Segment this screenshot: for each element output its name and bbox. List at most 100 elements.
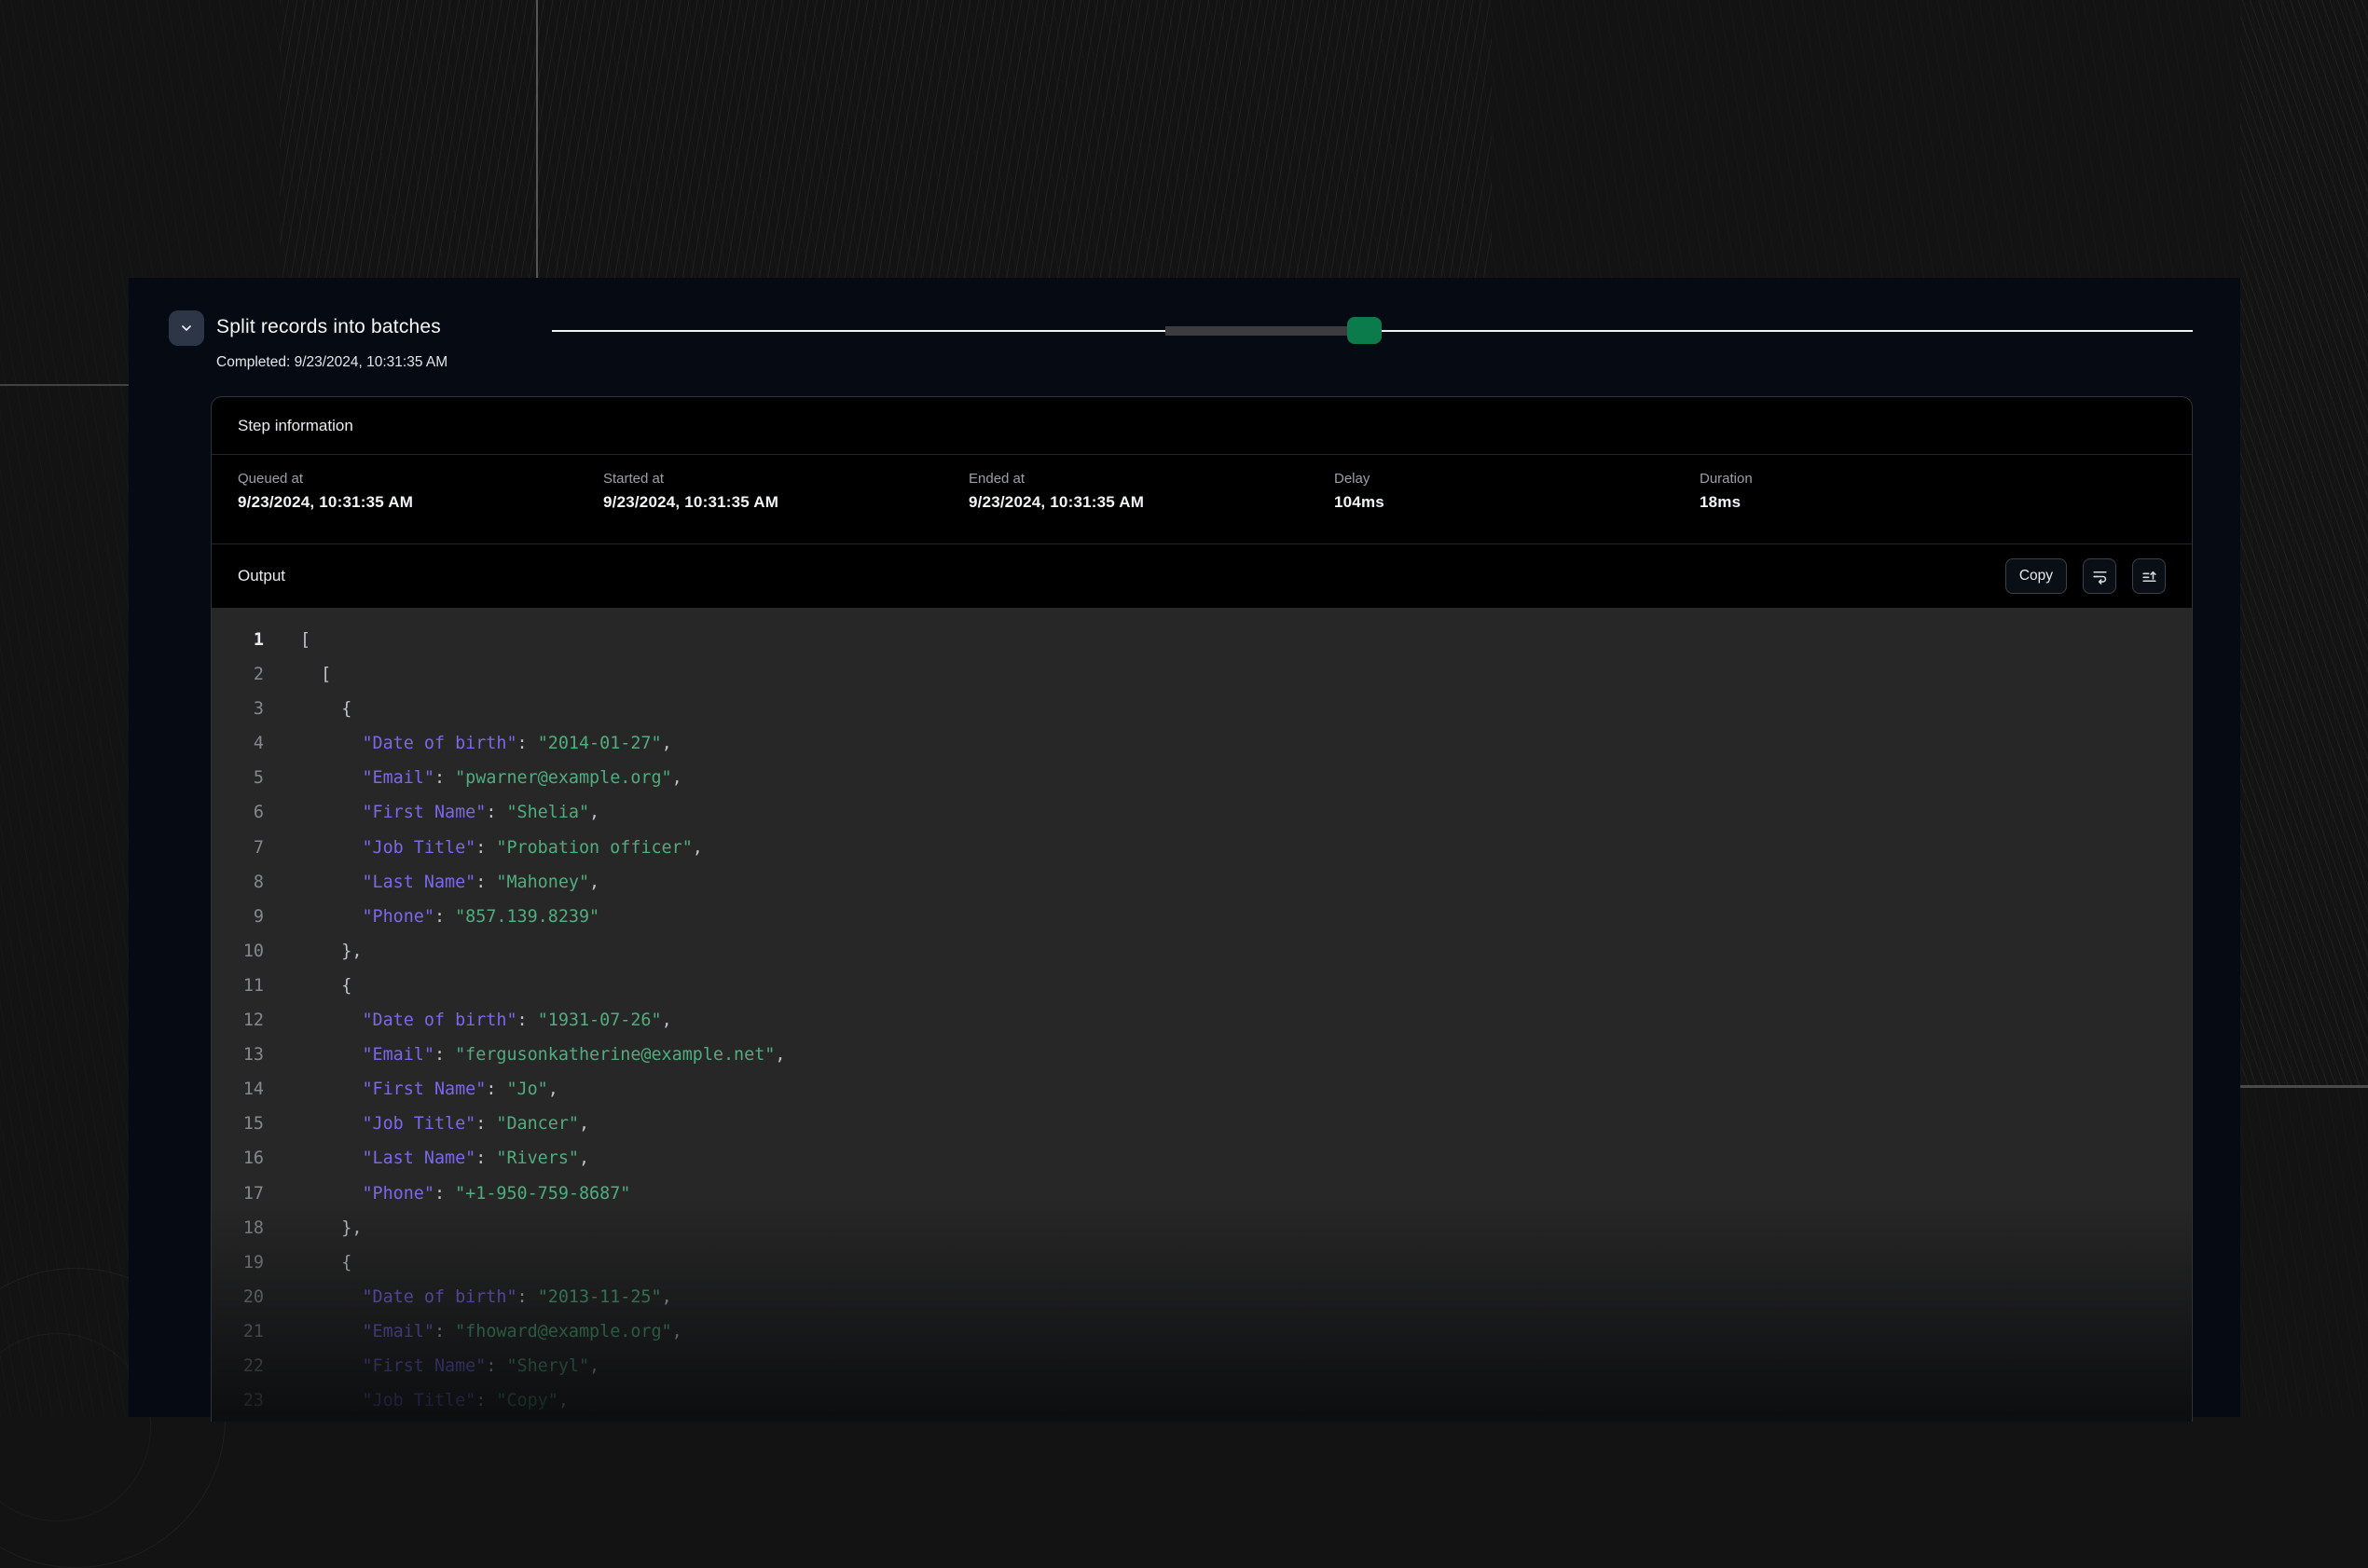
code-text: { [300, 969, 351, 1003]
code-text: [ [300, 623, 310, 657]
line-number: 4 [212, 726, 264, 761]
meta-label: Duration [1700, 471, 2065, 487]
code-line: 15 "Job Title": "Dancer", [212, 1107, 2192, 1141]
meta-value: 18ms [1700, 493, 2065, 512]
slider-thumb[interactable] [1347, 317, 1382, 344]
step-information-title: Step information [238, 417, 353, 435]
line-number: 10 [212, 934, 264, 969]
code-text: "First Name": "Sheryl", [300, 1349, 599, 1383]
background-texture-right [2240, 0, 2368, 1086]
code-line: 13 "Email": "fergusonkatherine@example.n… [212, 1038, 2192, 1072]
step-title: Split records into batches [216, 316, 441, 338]
code-line: 8 "Last Name": "Mahoney", [212, 865, 2192, 900]
step-meta-field: Started at 9/23/2024, 10:31:35 AM [603, 471, 969, 543]
line-number: 11 [212, 969, 264, 1003]
code-text: }, [300, 934, 362, 969]
code-line: 19 { [212, 1245, 2192, 1280]
code-text: "Job Title": "Probation officer", [300, 831, 703, 865]
code-line: 16 "Last Name": "Rivers", [212, 1141, 2192, 1176]
code-text: "Phone": "+1-950-759-8687" [300, 1176, 630, 1211]
line-number: 21 [212, 1314, 264, 1349]
meta-label: Queued at [238, 471, 603, 487]
line-number: 16 [212, 1141, 264, 1176]
code-text: "Email": "fhoward@example.org", [300, 1314, 682, 1349]
line-number: 15 [212, 1107, 264, 1141]
code-line: 11 { [212, 969, 2192, 1003]
step-meta-field: Duration 18ms [1700, 471, 2065, 543]
line-number: 8 [212, 865, 264, 900]
code-text: "First Name": "Shelia", [300, 795, 599, 830]
line-number: 22 [212, 1349, 264, 1383]
background-vertical-line [536, 0, 538, 278]
line-number: 3 [212, 692, 264, 726]
code-line: 14 "First Name": "Jo", [212, 1072, 2192, 1107]
slider-buffer-segment [1165, 326, 1347, 336]
code-line: 21 "Email": "fhoward@example.org", [212, 1314, 2192, 1349]
meta-value: 104ms [1334, 493, 1700, 512]
line-number: 6 [212, 795, 264, 830]
chevron-down-icon [179, 321, 194, 336]
code-text: "Date of birth": "2013-11-25", [300, 1280, 672, 1314]
line-number: 17 [212, 1176, 264, 1211]
timeline-slider[interactable] [552, 317, 2193, 345]
code-line: 10 }, [212, 934, 2192, 969]
line-number: 14 [212, 1072, 264, 1107]
line-number: 19 [212, 1245, 264, 1280]
code-text: "Phone": "857.139.8239" [300, 900, 599, 934]
line-number: 5 [212, 761, 264, 795]
wrap-text-button[interactable] [2083, 558, 2116, 594]
wrap-text-icon [2091, 568, 2109, 585]
copy-button[interactable]: Copy [2005, 558, 2067, 594]
meta-value: 9/23/2024, 10:31:35 AM [969, 493, 1334, 512]
step-status: Completed: 9/23/2024, 10:31:35 AM [216, 354, 447, 371]
meta-value: 9/23/2024, 10:31:35 AM [603, 493, 969, 512]
step-information-header: Step information [212, 397, 2192, 455]
meta-label: Delay [1334, 471, 1700, 487]
meta-label: Ended at [969, 471, 1334, 487]
line-number: 20 [212, 1280, 264, 1314]
code-text: "First Name": "Jo", [300, 1072, 558, 1107]
code-line: 2 [ [212, 657, 2192, 692]
code-line: 20 "Date of birth": "2013-11-25", [212, 1280, 2192, 1314]
code-line: 23 "Job Title": "Copy", [212, 1383, 2192, 1418]
code-line: 1[ [212, 623, 2192, 657]
code-text: "Job Title": "Copy", [300, 1383, 569, 1418]
code-line: 22 "First Name": "Sheryl", [212, 1349, 2192, 1383]
code-text: [ [300, 657, 331, 692]
code-text: "Last Name": "Rivers", [300, 1141, 589, 1176]
step-meta-field: Queued at 9/23/2024, 10:31:35 AM [238, 471, 603, 543]
line-number: 12 [212, 1003, 264, 1038]
step-meta-field: Delay 104ms [1334, 471, 1700, 543]
code-text: "Last Name": "Mahoney", [300, 865, 599, 900]
code-text: "Email": "fergusonkatherine@example.net"… [300, 1038, 785, 1072]
code-text: { [300, 692, 351, 726]
code-line: 5 "Email": "pwarner@example.org", [212, 761, 2192, 795]
code-line: 18 }, [212, 1211, 2192, 1245]
background-horizontal-line [0, 384, 129, 386]
line-number: 13 [212, 1038, 264, 1072]
meta-label: Started at [603, 471, 969, 487]
line-number: 9 [212, 900, 264, 934]
scroll-to-top-button[interactable] [2132, 558, 2166, 594]
line-number: 1 [212, 623, 264, 657]
background-horizontal-line [2240, 1085, 2368, 1088]
code-text: "Date of birth": "2014-01-27", [300, 726, 672, 761]
line-number: 7 [212, 831, 264, 865]
code-text: "Email": "pwarner@example.org", [300, 761, 682, 795]
code-line: 12 "Date of birth": "1931-07-26", [212, 1003, 2192, 1038]
code-line: 7 "Job Title": "Probation officer", [212, 831, 2192, 865]
code-editor[interactable]: 1[2 [3 {4 "Date of birth": "2014-01-27",… [212, 608, 2192, 1422]
line-number: 2 [212, 657, 264, 692]
output-title: Output [238, 567, 285, 585]
step-detail-panel: Split records into batches Completed: 9/… [129, 278, 2240, 1417]
code-line: 6 "First Name": "Shelia", [212, 795, 2192, 830]
code-line: 4 "Date of birth": "2014-01-27", [212, 726, 2192, 761]
code-text: }, [300, 1211, 362, 1245]
code-text: { [300, 1245, 351, 1280]
code-text: "Job Title": "Dancer", [300, 1107, 589, 1141]
code-line: 9 "Phone": "857.139.8239" [212, 900, 2192, 934]
collapse-step-button[interactable] [169, 310, 204, 346]
code-line: 3 { [212, 692, 2192, 726]
meta-value: 9/23/2024, 10:31:35 AM [238, 493, 603, 512]
code-text: "Date of birth": "1931-07-26", [300, 1003, 672, 1038]
